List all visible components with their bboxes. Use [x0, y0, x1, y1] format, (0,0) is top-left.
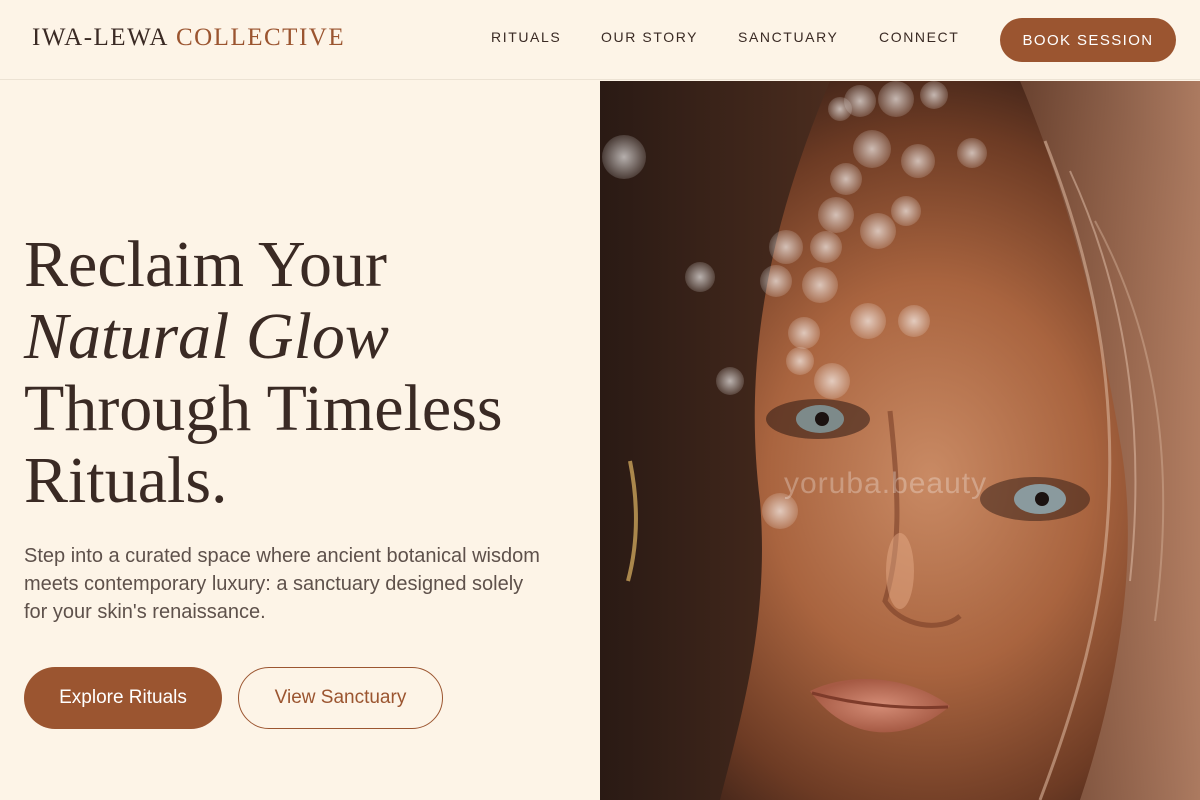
view-sanctuary-button[interactable]: View Sanctuary — [238, 667, 443, 729]
nav-item-our-story[interactable]: OUR STORY — [601, 29, 698, 45]
explore-rituals-button[interactable]: Explore Rituals — [24, 667, 222, 729]
brand-name-primary: IWA-LEWA — [32, 24, 169, 51]
site-header: IWA-LEWA COLLECTIVE RITUALS OUR STORY SAN… — [0, 0, 1200, 80]
nav-item-connect[interactable]: CONNECT — [879, 29, 959, 45]
headline-line-3: Through Timeless — [24, 372, 503, 445]
nav-item-rituals[interactable]: RITUALS — [491, 29, 561, 45]
hero-subtext: Step into a curated space where ancient … — [24, 545, 540, 623]
hero-headline: Reclaim Your Natural Glow Through Timele… — [24, 229, 503, 517]
brand-name-accent: COLLECTIVE — [175, 24, 346, 51]
hero-content: Reclaim Your Natural Glow Through Timele… — [0, 81, 600, 800]
headline-line-4: Rituals. — [24, 444, 228, 517]
portrait-photo — [600, 81, 1200, 800]
headline-line-2-italic: Natural Glow — [24, 300, 389, 373]
book-session-button[interactable]: BOOK SESSION — [1000, 18, 1176, 62]
headline-line-1: Reclaim Your — [24, 228, 387, 301]
image-watermark: yoruba.beauty — [784, 467, 988, 500]
brand-logo[interactable]: IWA-LEWA COLLECTIVE — [32, 24, 345, 52]
hero-portrait-image: yoruba.beauty — [600, 81, 1200, 800]
nav-item-sanctuary[interactable]: SANCTUARY — [738, 29, 839, 45]
